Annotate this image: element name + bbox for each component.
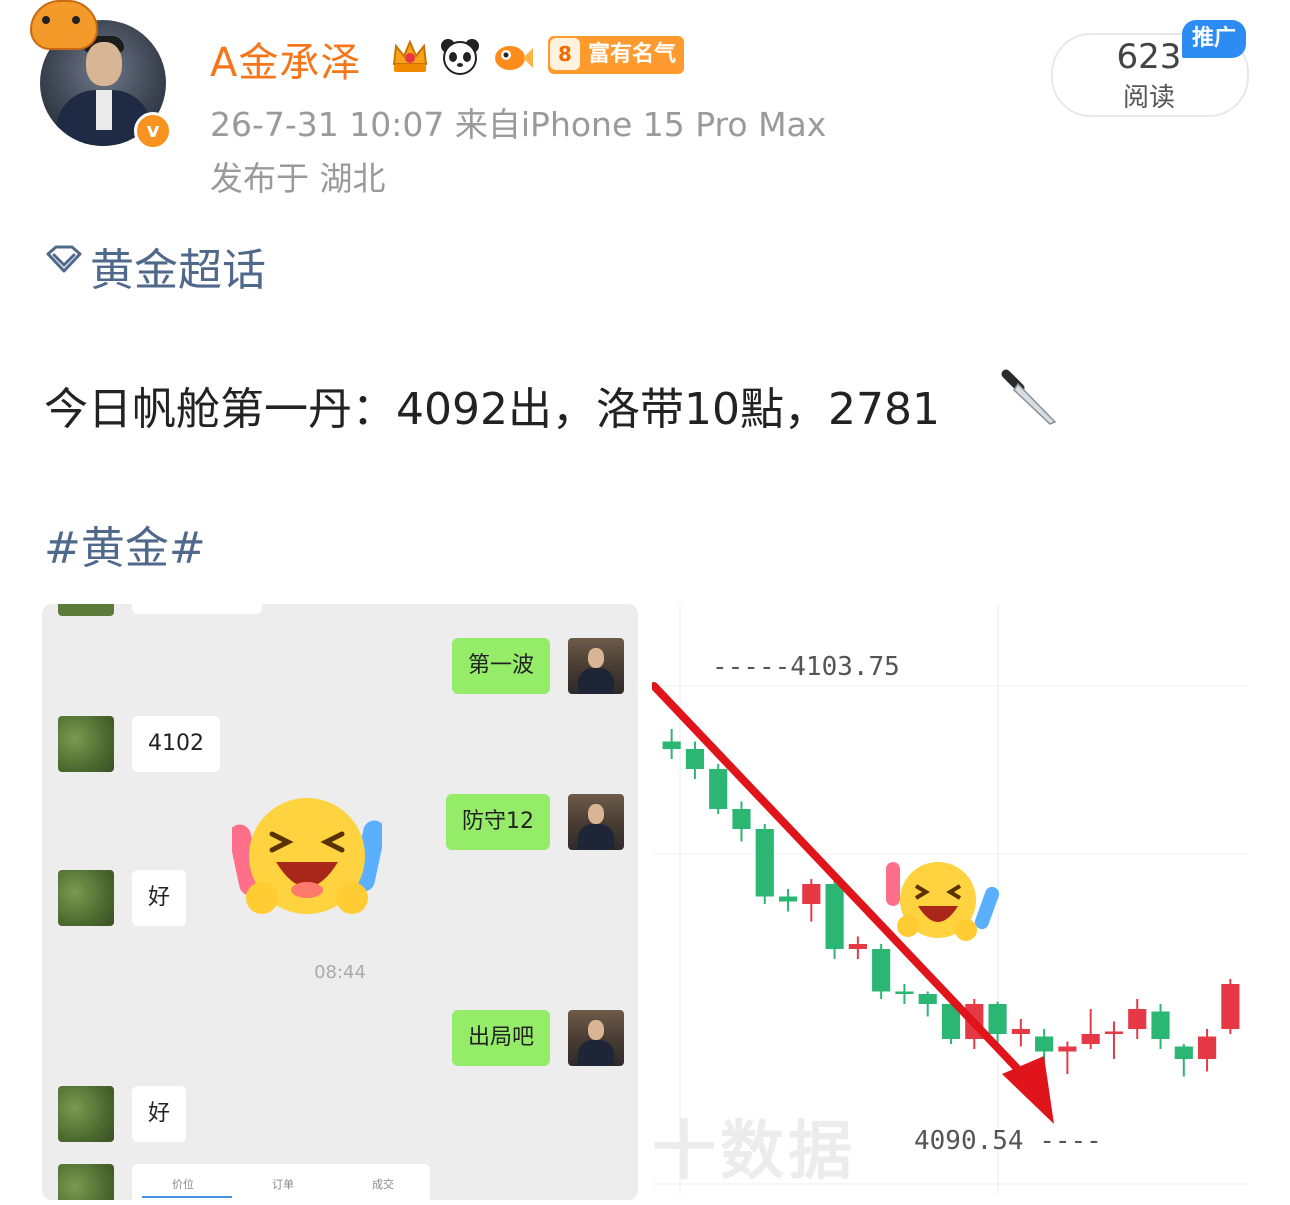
chat-avatar-self (568, 638, 624, 694)
candle-body (918, 994, 937, 1004)
candle-body (802, 884, 821, 904)
chat-bubble-self: 防守12 (446, 794, 550, 850)
read-label: 阅读 (1122, 83, 1175, 113)
candlestick-chart (652, 604, 1248, 1194)
candle-body (1151, 1011, 1170, 1039)
chat-bubble-friend: 好 (132, 870, 187, 926)
chat-avatar-friend (58, 870, 114, 926)
order-tab: 成交 (372, 1178, 394, 1191)
promote-button[interactable]: 推广 (1182, 20, 1246, 58)
trend-arrow-line (652, 682, 1036, 1088)
chat-avatar-self (568, 1010, 624, 1066)
order-tab: 订单 (272, 1178, 294, 1191)
chat-avatar-friend (58, 1086, 114, 1142)
order-tab-underline (142, 1196, 232, 1198)
candle-body (685, 749, 704, 769)
candle-body (872, 949, 891, 992)
post-text: 今日帆舱第一丹：4092出，洛带10點，2781 (44, 384, 940, 435)
chat-avatar-friend (58, 716, 114, 772)
hashtag-link[interactable]: #黄金# (44, 512, 206, 576)
chat-avatar-self (568, 794, 624, 850)
super-topic-link[interactable]: 黄金超话 (90, 234, 266, 298)
chat-bubble-friend: 好 (132, 1086, 187, 1142)
author-name[interactable]: A金承泽 (210, 30, 361, 88)
chat-bubble-self: 出局吧 (451, 1010, 550, 1066)
chat-bubble-self: 第一波 (451, 638, 550, 694)
super-topic-icon (46, 245, 82, 273)
chat-bubble (132, 604, 262, 614)
candle-body (662, 741, 681, 749)
kline-chart-image[interactable]: 十数据 -----4103.75 4090.54 ---- (652, 604, 1248, 1194)
chat-timestamp: 08:44 (314, 962, 366, 983)
candle-body (778, 896, 798, 902)
candle-body (1104, 1031, 1124, 1034)
laughing-emoji-sticker (232, 798, 382, 914)
price-high-label: -----4103.75 (712, 652, 900, 682)
post-meta: 26-7-31 10:07 来自iPhone 15 Pro Max (210, 105, 827, 144)
tiger-avatar-frame-icon (30, 0, 98, 50)
laughing-emoji-sticker-small (886, 862, 1000, 941)
verified-badge-icon: v (134, 112, 172, 150)
candle-body (1174, 1046, 1193, 1059)
candle-body (1058, 1046, 1077, 1052)
candle-body (825, 884, 844, 949)
candle-body (709, 769, 728, 809)
panda-badge-icon[interactable] (438, 34, 482, 78)
candle-body (848, 944, 867, 949)
price-low-label: 4090.54 ---- (914, 1126, 1102, 1156)
chat-screenshot-image[interactable]: 第一波 4102 防守12 好 08:44 出局吧 好 价位 订单 成交 (42, 604, 638, 1200)
post-location: 发布于 湖北 (210, 159, 386, 198)
candle-body (1081, 1034, 1100, 1044)
candle-body (1128, 1009, 1147, 1029)
candle-body (988, 1004, 1007, 1034)
candle-body (1011, 1029, 1030, 1034)
candle-body (1198, 1036, 1217, 1059)
goldfish-badge-icon[interactable] (490, 34, 534, 78)
knife-emoji-icon (1001, 369, 1057, 425)
candle-body (895, 991, 914, 994)
candle-body (755, 829, 774, 897)
order-tab: 价位 (172, 1178, 194, 1191)
candle-body (732, 809, 751, 829)
chat-bubble-friend: 4102 (132, 716, 220, 772)
candle-body (1221, 984, 1240, 1029)
fame-level-icon: 8 (550, 38, 580, 70)
chat-avatar (58, 604, 114, 616)
candle-body (1035, 1036, 1054, 1052)
chat-avatar-friend (58, 1164, 114, 1200)
crown-vip-badge-icon[interactable] (388, 34, 432, 78)
